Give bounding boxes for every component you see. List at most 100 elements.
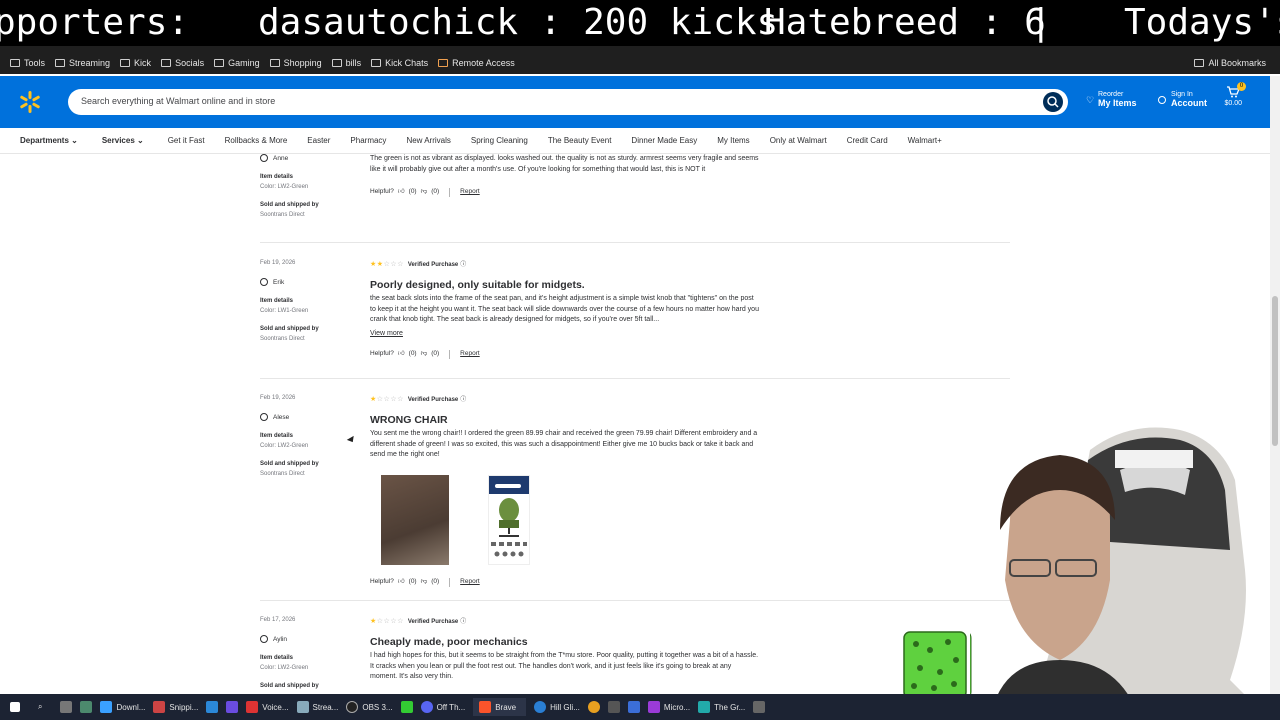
app-icon[interactable] (607, 701, 620, 713)
walmart-spark-logo[interactable] (18, 90, 42, 114)
nav-get-it-fast[interactable]: Get it Fast (168, 136, 205, 145)
item-color: Color: LW2-Green (260, 184, 309, 190)
app-icon (698, 701, 711, 713)
bookmark-bills[interactable]: bills (331, 58, 361, 68)
report-link[interactable]: Report (460, 577, 480, 588)
review-date: Feb 19, 2026 (260, 395, 296, 401)
search-input[interactable]: Search everything at Walmart online and … (68, 89, 1068, 115)
taskbar-downloads[interactable]: Downl... (100, 701, 145, 713)
folder-icon (161, 59, 172, 67)
app-icon[interactable] (80, 701, 93, 713)
sign-in-account[interactable]: Sign In Account (1158, 90, 1207, 108)
thumbs-up-icon[interactable]: 👍︎ (398, 577, 405, 588)
reorder-my-items[interactable]: ♡ Reorder My Items (1086, 90, 1137, 108)
search-icon[interactable]: ⌕ (38, 702, 42, 712)
cart-button[interactable]: 0 $0.00 (1224, 82, 1246, 107)
all-bookmarks[interactable]: All Bookmarks (1194, 52, 1266, 74)
verified-purchase: Verified Purchase (407, 397, 459, 403)
ticker-text-todays: Todays's (1124, 2, 1280, 43)
info-icon[interactable]: ⓘ (460, 397, 466, 403)
review-photo-chair[interactable] (488, 475, 530, 565)
thumbs-down-icon[interactable]: 👎︎ (421, 577, 428, 588)
thumbs-up-icon[interactable]: 👍︎ (398, 349, 405, 360)
sold-shipped-label: Sold and shipped by (260, 326, 319, 332)
bookmark-kick[interactable]: Kick (120, 58, 151, 68)
review-divider (260, 600, 1010, 601)
remote-icon (438, 59, 449, 67)
review-divider (260, 378, 1010, 379)
sold-shipped-label: Sold and shipped by (260, 683, 319, 689)
download-icon (100, 701, 113, 713)
nav-walmart-plus[interactable]: Walmart+ (908, 136, 942, 145)
review-title: Cheaply made, poor mechanics (370, 635, 528, 648)
star-icons: ★☆☆☆☆ (370, 618, 404, 625)
nav-spring-cleaning[interactable]: Spring Cleaning (471, 136, 528, 145)
nav-new-arrivals[interactable]: New Arrivals (406, 136, 450, 145)
nav-only-at-walmart[interactable]: Only at Walmart (770, 136, 827, 145)
verified-purchase: Verified Purchase (407, 262, 459, 268)
search-icon (1047, 96, 1059, 108)
bookmark-tools[interactable]: Tools (10, 58, 45, 68)
taskbar-brave[interactable]: Brave (473, 698, 527, 716)
chrome-icon[interactable] (587, 701, 600, 713)
nav-my-items[interactable]: My Items (717, 136, 749, 145)
review-body: The green is not as vibrant as displayed… (370, 155, 759, 173)
helpful-row: Helpful? 👍︎ (0) 👎︎ (0) Report (370, 349, 760, 360)
taskbar-snipping[interactable]: Snippi... (153, 701, 198, 713)
reviewer-name: Erik (260, 278, 360, 286)
info-icon[interactable]: ⓘ (460, 262, 466, 268)
app-icon[interactable] (753, 701, 766, 713)
report-link[interactable]: Report (460, 349, 480, 360)
nav-easter[interactable]: Easter (307, 136, 330, 145)
folder-icon (214, 59, 225, 67)
taskbar-obs[interactable]: OBS 3... (346, 701, 393, 713)
chair-image (489, 476, 529, 557)
app-icon[interactable] (400, 701, 413, 713)
taskbar-microsoft[interactable]: Micro... (647, 701, 690, 713)
game-icon (534, 701, 547, 713)
cart-count-badge: 0 (1237, 82, 1246, 91)
thumbs-down-icon[interactable]: 👎︎ (421, 349, 428, 360)
taskbar-voice[interactable]: Voice... (246, 701, 289, 713)
bookmark-kick-chats[interactable]: Kick Chats (371, 58, 428, 68)
thumbs-down-icon[interactable]: 👎︎ (421, 187, 428, 198)
app-icon[interactable] (60, 701, 73, 713)
app-icon[interactable] (627, 701, 640, 713)
brave-icon (479, 701, 492, 713)
nav-departments[interactable]: Departments ⌄ (20, 136, 78, 145)
taskbar-the-gr[interactable]: The Gr... (698, 701, 745, 713)
review-photo-box[interactable] (381, 475, 449, 565)
report-link[interactable]: Report (460, 187, 480, 198)
item-details-label: Item details (260, 655, 294, 661)
folder-icon (1194, 59, 1205, 67)
chevron-down-icon: ⌄ (137, 136, 144, 145)
reviewer-name: Aylin (260, 635, 360, 643)
app-icon[interactable] (226, 701, 239, 713)
app-icon[interactable] (206, 701, 219, 713)
nav-dinner-made-easy[interactable]: Dinner Made Easy (631, 136, 697, 145)
bookmark-shopping[interactable]: Shopping (269, 58, 322, 68)
folder-icon (120, 59, 131, 67)
seller-name: Soontrans Direct (260, 212, 305, 218)
view-more-link[interactable]: View more (370, 329, 760, 340)
bookmark-socials[interactable]: Socials (161, 58, 204, 68)
thumbs-up-icon[interactable]: 👍︎ (398, 187, 405, 198)
reviewer-name: Anne (260, 154, 360, 162)
bookmark-gaming[interactable]: Gaming (214, 58, 260, 68)
nav-credit-card[interactable]: Credit Card (847, 136, 888, 145)
taskbar-streamlabs[interactable]: Strea... (296, 701, 338, 713)
nav-services[interactable]: Services ⌄ (102, 136, 144, 145)
windows-start-icon[interactable] (10, 702, 20, 712)
item-color: Color: LW1-Green (260, 308, 309, 314)
microsoft-icon (647, 701, 660, 713)
search-button[interactable] (1043, 92, 1063, 112)
nav-beauty-event[interactable]: The Beauty Event (548, 136, 612, 145)
nav-rollbacks[interactable]: Rollbacks & More (225, 136, 288, 145)
bookmark-streaming[interactable]: Streaming (55, 58, 110, 68)
taskbar-discord[interactable]: Off Th... (420, 701, 465, 713)
taskbar-hill-climb[interactable]: Hill Gli... (534, 701, 580, 713)
bookmark-remote-access[interactable]: Remote Access (438, 58, 515, 68)
obs-icon (346, 701, 359, 713)
info-icon[interactable]: ⓘ (460, 619, 466, 625)
nav-pharmacy[interactable]: Pharmacy (350, 136, 386, 145)
